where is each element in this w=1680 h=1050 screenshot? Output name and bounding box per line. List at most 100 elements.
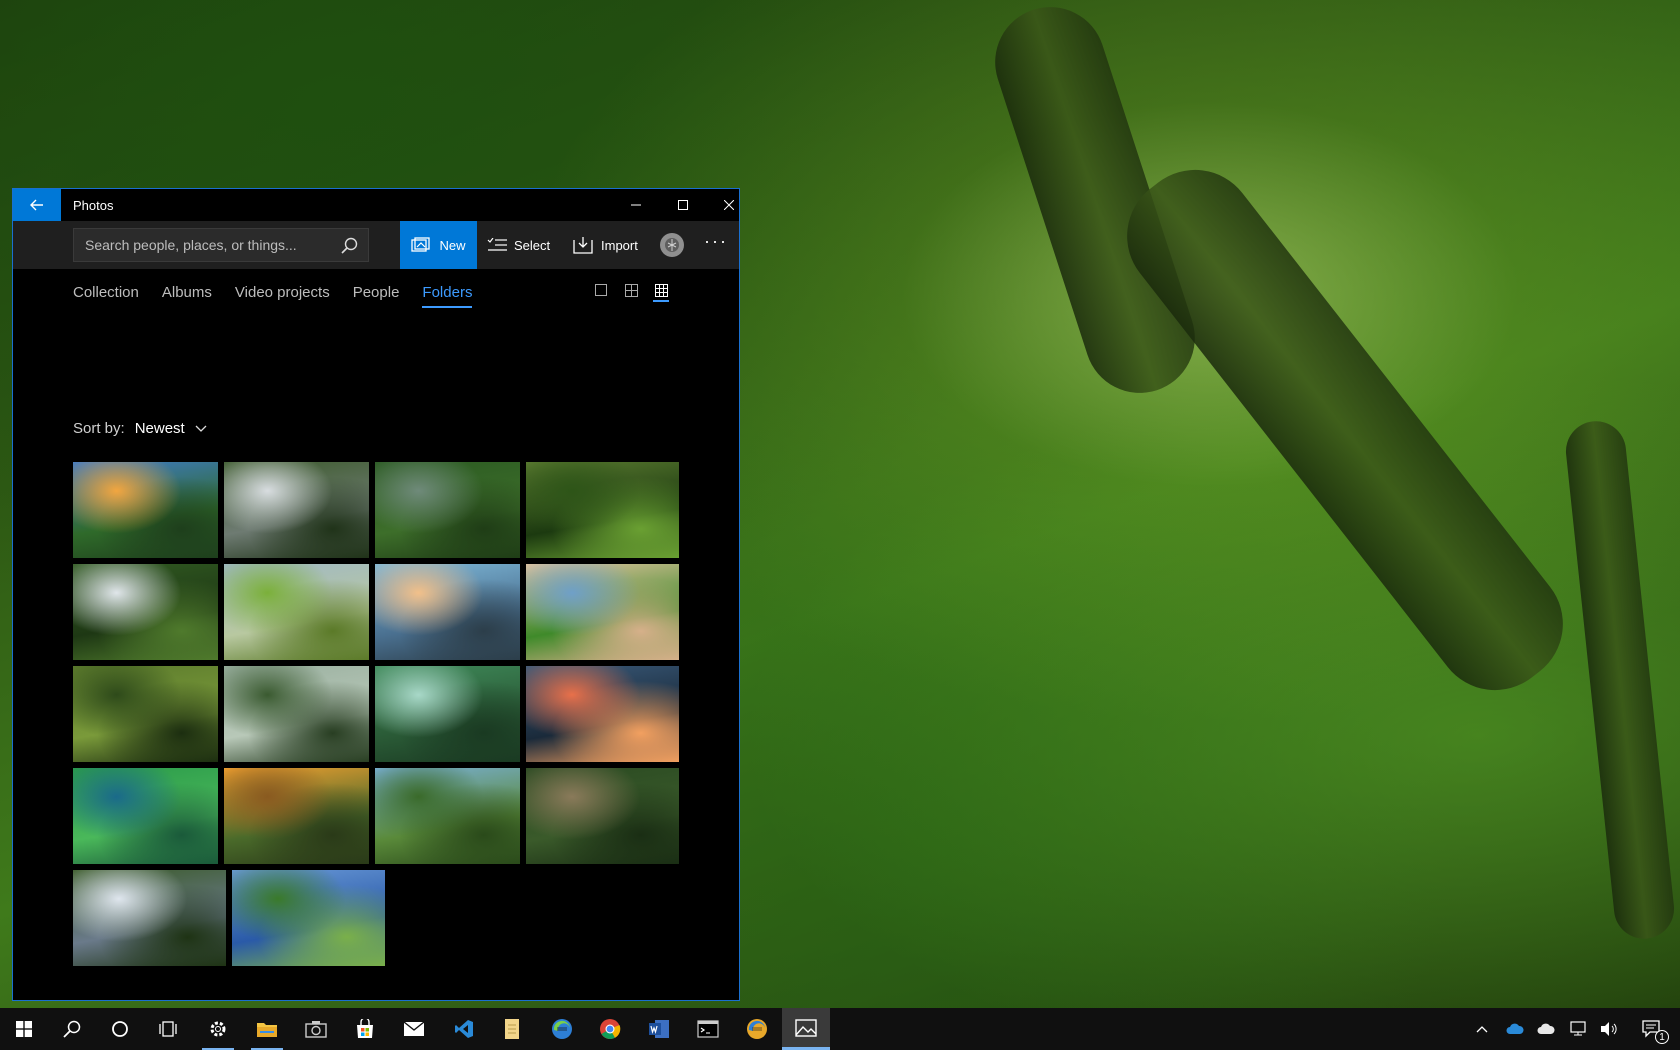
- photos-window: Photos New: [12, 188, 740, 1001]
- tab-albums[interactable]: Albums: [162, 284, 212, 308]
- show-hidden-icons-button[interactable]: [1467, 1008, 1497, 1050]
- tab-people[interactable]: People: [353, 284, 400, 308]
- edge-canary-app[interactable]: [733, 1008, 781, 1050]
- action-center-button[interactable]: 1: [1632, 1008, 1672, 1050]
- four-square-icon: [624, 284, 638, 297]
- terminal-app[interactable]: [684, 1008, 732, 1050]
- app-title: Photos: [73, 198, 114, 213]
- photo-thumbnail-lily-pads-lake[interactable]: [224, 564, 369, 660]
- notepad-app[interactable]: [488, 1008, 536, 1050]
- settings-app[interactable]: [194, 1008, 242, 1050]
- camera-icon: [305, 1021, 327, 1038]
- photo-thumbnail-golden-sky-canopy[interactable]: [224, 768, 369, 864]
- settings-icon: [210, 1021, 226, 1037]
- more-options-button[interactable]: ···: [704, 231, 728, 252]
- import-label: Import: [601, 237, 638, 253]
- tab-video-projects[interactable]: Video projects: [235, 284, 330, 308]
- mail-app[interactable]: [390, 1008, 438, 1050]
- mail-icon: [403, 1021, 425, 1036]
- search-icon[interactable]: [341, 237, 358, 254]
- photos-app[interactable]: [782, 1008, 830, 1050]
- photo-thumbnail-dusk-river[interactable]: [526, 666, 679, 762]
- medium-view-toggle[interactable]: [623, 284, 639, 302]
- cortana-button[interactable]: [96, 1008, 144, 1050]
- back-button[interactable]: [13, 189, 61, 221]
- start-button[interactable]: [0, 1008, 48, 1050]
- sort-dropdown[interactable]: Newest: [135, 420, 207, 437]
- sort-value: Newest: [134, 420, 185, 437]
- tab-folders[interactable]: Folders: [422, 284, 473, 308]
- volume-icon: [1601, 1022, 1617, 1036]
- photo-thumbnail-calm-lake-clouds[interactable]: [375, 564, 520, 660]
- photo-thumbnail-blue-river-jungle[interactable]: [232, 870, 385, 966]
- photo-thumbnail-aerial-tree-tops[interactable]: [73, 768, 218, 864]
- back-arrow-icon: [30, 199, 43, 211]
- maximize-button[interactable]: [660, 189, 706, 221]
- chevron-down-icon: [195, 425, 207, 432]
- new-creation-icon: [411, 237, 431, 252]
- photo-thumbnail-kapok-tree-walkway[interactable]: [375, 768, 520, 864]
- onedrive-tray[interactable]: [1531, 1008, 1561, 1050]
- onedrive-business-tray[interactable]: [1500, 1008, 1530, 1050]
- photo-thumbnail-tall-waterfall[interactable]: [73, 564, 218, 660]
- file-explorer-app[interactable]: [243, 1008, 291, 1050]
- photo-thumbnail-jungle-canopy[interactable]: [526, 462, 679, 558]
- edge-beta-icon: [552, 1019, 572, 1039]
- notepad-icon: [505, 1019, 519, 1039]
- sort-label: Sort by:: [73, 420, 125, 437]
- photo-thumbnail-winding-river-aerial[interactable]: [526, 768, 679, 864]
- tab-collection[interactable]: Collection: [73, 284, 139, 308]
- new-label: New: [439, 237, 466, 253]
- large-view-toggle[interactable]: [593, 284, 609, 302]
- select-button[interactable]: Select: [487, 221, 550, 269]
- start-icon: [16, 1021, 32, 1037]
- cloud-white-icon: [1537, 1023, 1555, 1034]
- file-explorer-icon: [257, 1023, 277, 1037]
- search-input[interactable]: [74, 229, 324, 261]
- close-button[interactable]: [706, 189, 752, 221]
- nine-square-icon: [654, 284, 668, 297]
- account-avatar[interactable]: [660, 233, 684, 257]
- photo-thumbnail-aerial-river-bends[interactable]: [375, 462, 520, 558]
- small-view-toggle[interactable]: [653, 284, 669, 302]
- store-app[interactable]: [341, 1008, 389, 1050]
- title-bar: Photos: [13, 189, 739, 223]
- photo-thumbnail-sand-dunes-coast[interactable]: [526, 564, 679, 660]
- photo-thumbnail-waterfall-mist[interactable]: [224, 462, 369, 558]
- visual-studio-icon: [455, 1020, 473, 1038]
- user-avatar-icon: [665, 238, 679, 252]
- taskbar-search-button[interactable]: [48, 1008, 96, 1050]
- search-box: [73, 228, 369, 262]
- view-size-toggles: [593, 284, 669, 302]
- network-tray[interactable]: [1564, 1008, 1594, 1050]
- word-app[interactable]: [635, 1008, 683, 1050]
- photos-icon: [795, 1018, 817, 1037]
- task-view-button[interactable]: [144, 1008, 192, 1050]
- minimize-button[interactable]: [613, 189, 659, 221]
- taskbar: 1: [0, 1008, 1680, 1050]
- task-view-icon: [159, 1021, 177, 1037]
- photo-thumbnail-forest-sunbeams[interactable]: [375, 666, 520, 762]
- chrome-app[interactable]: [586, 1008, 634, 1050]
- photo-thumbnail-rainforest-gorge[interactable]: [73, 870, 226, 966]
- photo-thumbnail-forest-path[interactable]: [73, 666, 218, 762]
- word-icon: [649, 1020, 669, 1038]
- cloud-blue-icon: [1506, 1023, 1524, 1034]
- sort-control: Sort by: Newest: [73, 420, 207, 437]
- cortana-icon: [112, 1021, 128, 1037]
- photo-thumbnail-sunset-river[interactable]: [73, 462, 218, 558]
- chevron-up-icon: [1476, 1026, 1488, 1033]
- desktop-wallpaper-trunk: [1102, 145, 1588, 715]
- photo-thumbnail-lily-pads-hut[interactable]: [224, 666, 369, 762]
- visual-studio-app[interactable]: [440, 1008, 488, 1050]
- volume-tray[interactable]: [1594, 1008, 1624, 1050]
- import-button[interactable]: Import: [573, 221, 638, 269]
- new-button[interactable]: New: [400, 221, 477, 269]
- nav-tabs: Collection Albums Video projects People …: [73, 284, 473, 308]
- camera-app[interactable]: [292, 1008, 340, 1050]
- minimize-icon: [631, 204, 641, 206]
- notification-count-badge: 1: [1655, 1030, 1669, 1044]
- chrome-icon: [600, 1019, 621, 1039]
- maximize-icon: [678, 200, 688, 210]
- edge-beta-app[interactable]: [538, 1008, 586, 1050]
